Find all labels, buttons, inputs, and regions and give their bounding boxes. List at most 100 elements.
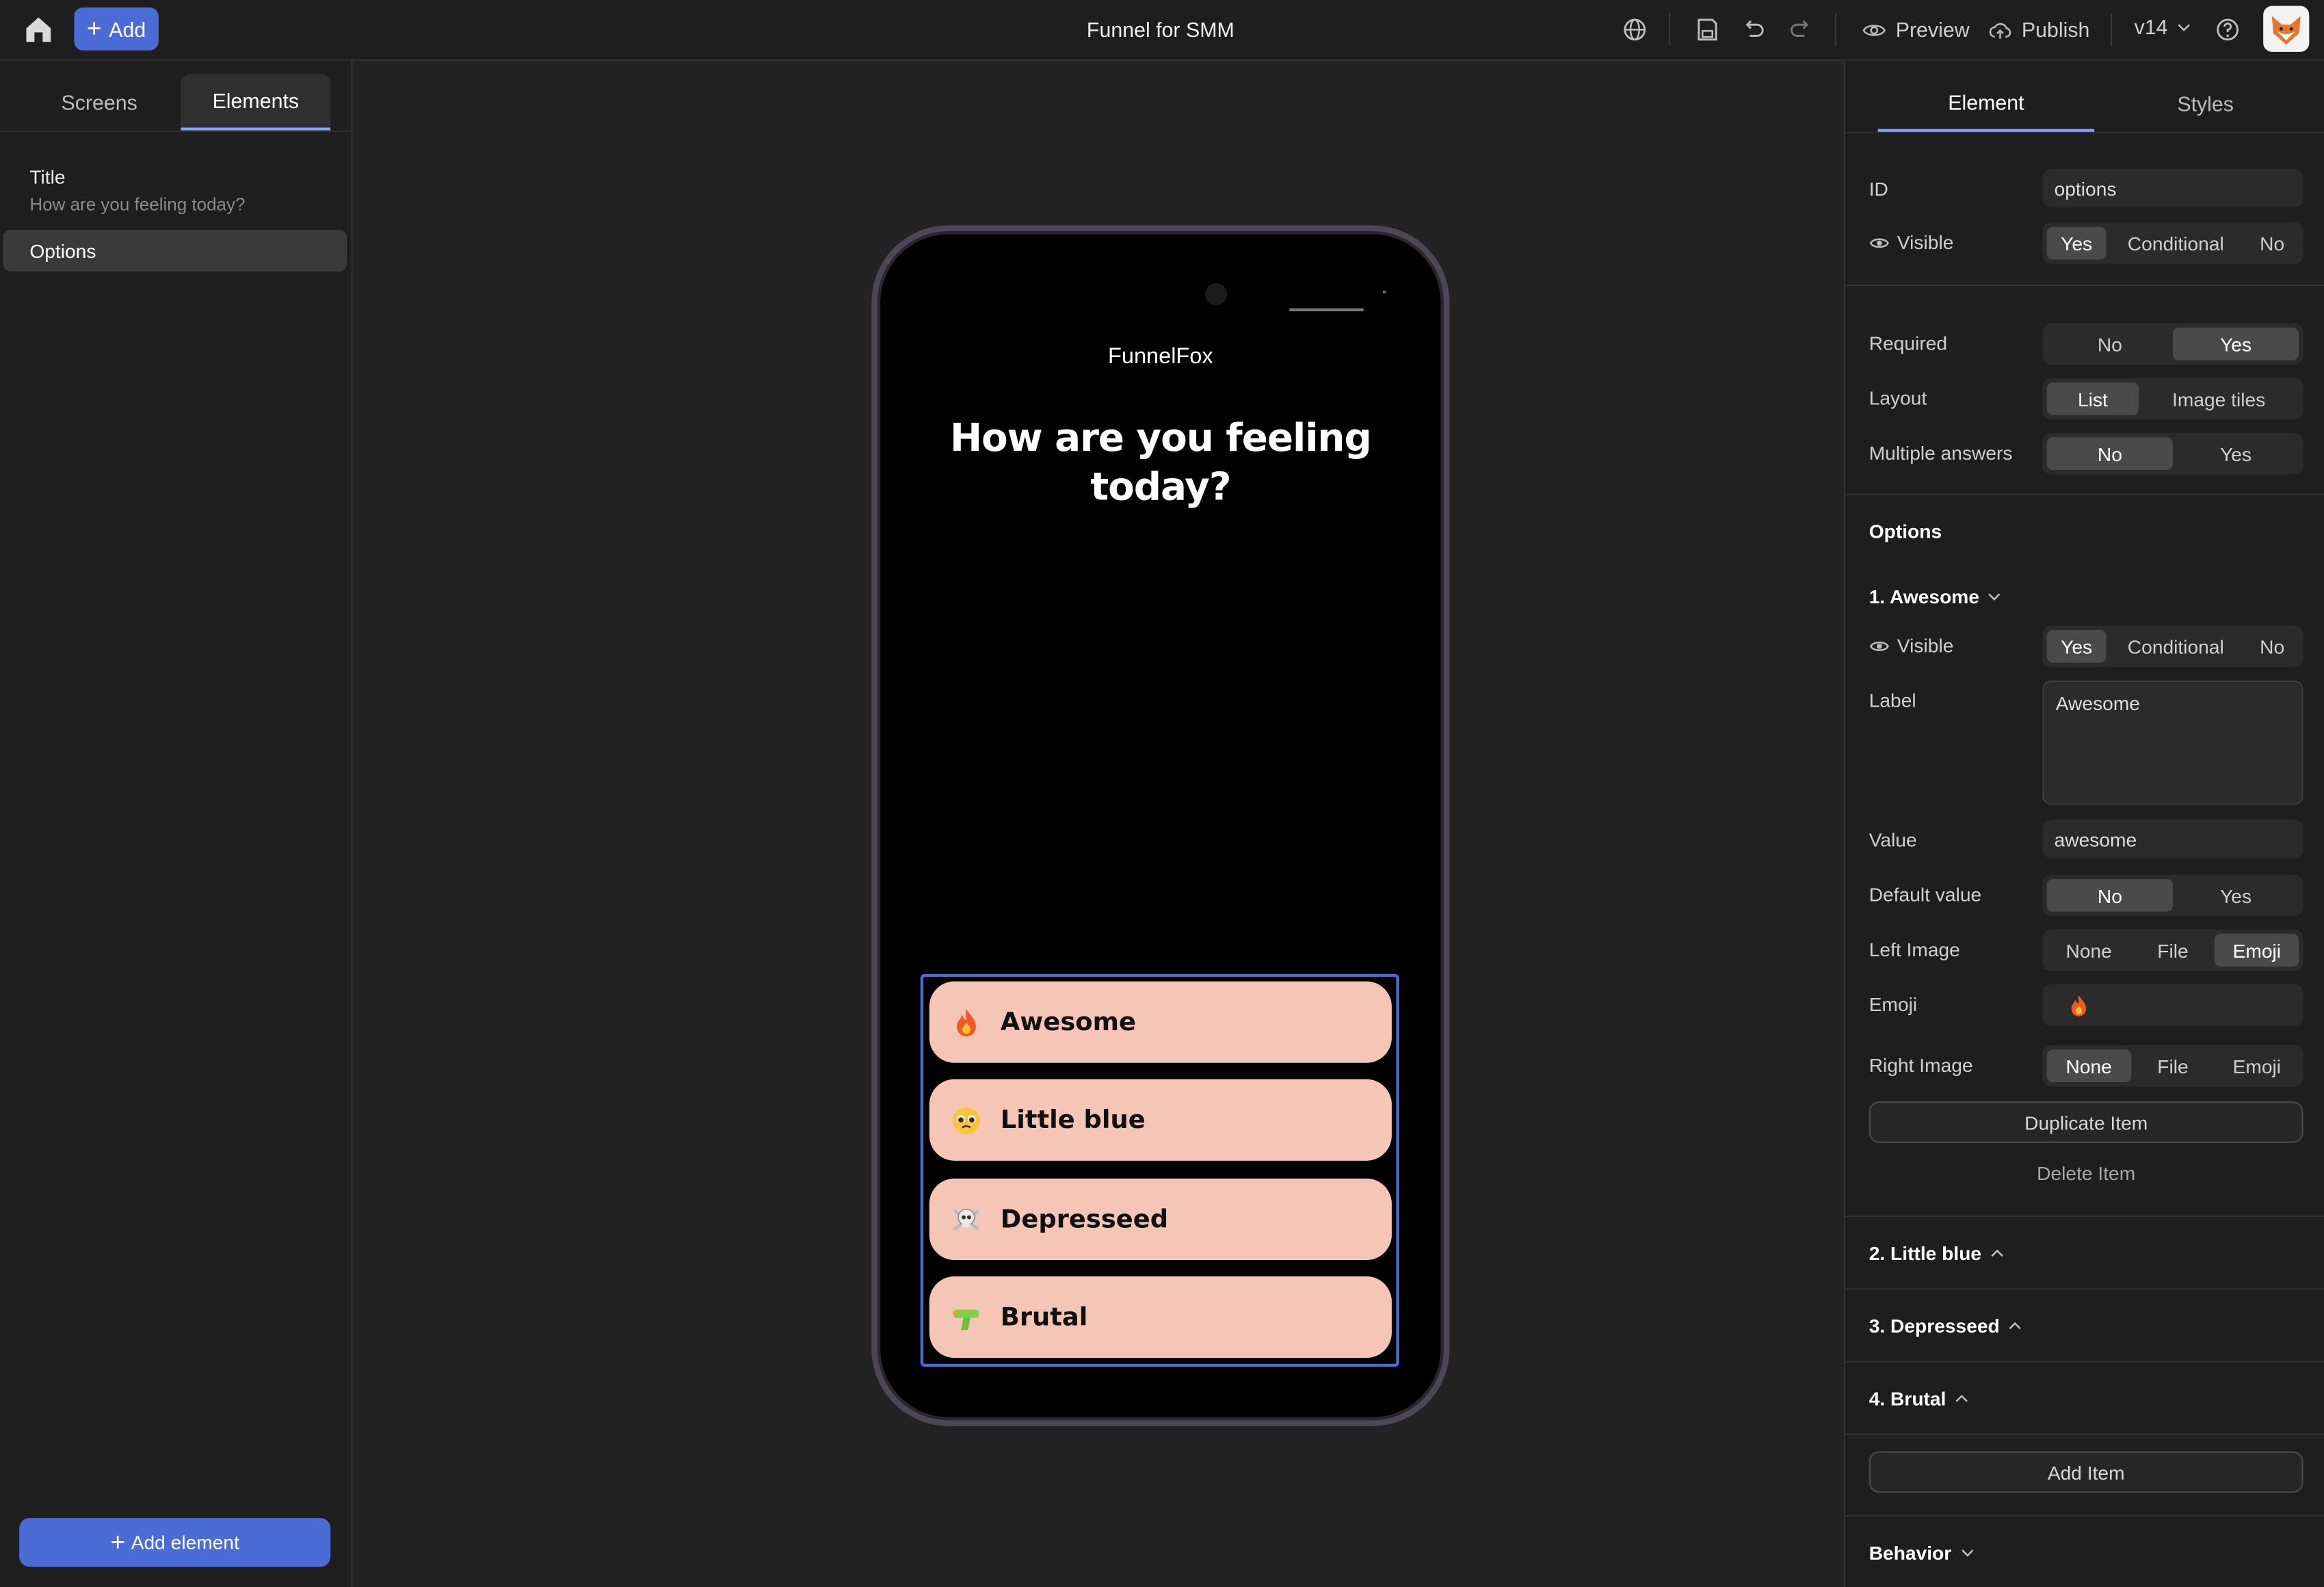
publish-button[interactable]: Publish [1988,15,2089,44]
option-depresseed[interactable]: Depresseed [929,1178,1392,1261]
add-element-button[interactable]: + Add element [19,1518,331,1567]
required-yes[interactable]: Yes [2172,327,2299,360]
question-title[interactable]: How are you feeling today? [937,415,1384,513]
left-image-file[interactable]: File [2131,934,2215,967]
eye-icon [1862,24,1886,36]
right-image-emoji[interactable]: Emoji [2215,1049,2299,1082]
item-visible-row: Visible Yes Conditional No [1869,625,2303,668]
option-awesome[interactable]: Awesome [929,981,1392,1063]
option-little-blue[interactable]: Little blue [929,1079,1392,1161]
layout-image-tiles[interactable]: Image tiles [2139,382,2299,415]
default-yes[interactable]: Yes [2173,879,2299,912]
section-divider [1845,285,2324,287]
chevron-up-icon [1955,1394,1968,1402]
behavior-header[interactable]: Behavior [1869,1542,1974,1564]
version-dropdown[interactable]: v14 [2135,15,2190,38]
element-item-title[interactable]: Title How are you feeling today? [29,166,245,215]
left-image-emoji[interactable]: Emoji [2215,934,2299,967]
section-divider [1845,1361,2324,1363]
funnel-title[interactable]: Funnel for SMM [1012,18,1308,42]
item-1-header[interactable]: 1. Awesome [1869,586,2002,608]
status-bar-line [1289,308,1364,312]
avatar[interactable] [2263,5,2310,52]
add-item-button[interactable]: Add Item [1869,1451,2303,1493]
required-label: Required [1869,332,1948,354]
tab-element[interactable]: Element [1877,76,2095,132]
fox-logo-icon [2271,16,2301,45]
item-visible-no[interactable]: No [2245,630,2299,663]
item-4-header[interactable]: 4. Brutal [1869,1387,1968,1410]
item-visible-label: Visible [1897,634,1954,657]
required-row: Required No Yes [1869,323,2303,365]
visible-row: Visible Yes Conditional No [1869,222,2303,264]
item-4-title: 4. Brutal [1869,1387,1946,1410]
add-button[interactable]: + Add [74,7,159,51]
emoji-input[interactable] [2042,984,2303,1026]
multiple-no[interactable]: No [2046,437,2173,470]
home-icon[interactable] [23,14,55,47]
element-item-options[interactable]: Options [3,229,347,272]
right-sidebar: Element Styles ID options Visible Yes Co… [1843,60,2324,1587]
right-image-label: Right Image [1869,1053,1973,1077]
phone-preview: FunnelFox How are you feeling today? Awe… [871,225,1450,1426]
visible-yes[interactable]: Yes [2046,226,2107,260]
camera-dot [1204,283,1228,306]
section-divider [1845,1288,2324,1290]
multiple-yes[interactable]: Yes [2173,437,2299,470]
save-icon[interactable] [1693,15,1722,44]
item-visible-yes[interactable]: Yes [2046,630,2107,663]
item-3-header[interactable]: 3. Depresseed [1869,1315,2022,1337]
item-visible-conditional[interactable]: Conditional [2106,630,2245,663]
left-image-label: Left Image [1869,938,1960,961]
left-image-none[interactable]: None [2047,934,2131,967]
section-divider [1845,493,2324,495]
option-brutal[interactable]: Brutal [929,1276,1392,1359]
item-visible-label-wrap: Visible [1869,634,1954,657]
default-value-row: Default value No Yes [1869,874,2303,917]
item-value-label: Value [1869,828,1917,851]
duplicate-item-button[interactable]: Duplicate Item [1869,1101,2303,1143]
globe-icon[interactable] [1620,15,1650,44]
layout-label: Layout [1869,386,1927,410]
layout-list[interactable]: List [2046,382,2139,415]
id-label: ID [1869,178,1888,200]
chevron-down-icon [2177,23,2190,31]
visible-no[interactable]: No [2245,227,2299,260]
multiple-answers-label: Multiple answers [1869,441,2013,464]
skull-crossbones-icon [950,1203,983,1236]
toolbar-divider [1669,13,1671,47]
brand-name: FunnelFox [1108,343,1213,369]
item-visible-segmented: Yes Conditional No [2042,625,2303,668]
multiple-answers-row: Multiple answers No Yes [1869,432,2303,475]
required-no[interactable]: No [2047,328,2173,360]
default-no[interactable]: No [2046,879,2173,912]
tab-styles[interactable]: Styles [2097,76,2313,132]
water-pistol-icon [950,1301,983,1334]
right-image-file[interactable]: File [2131,1049,2215,1082]
chevron-down-icon [1961,1549,1973,1557]
redo-icon[interactable] [1786,15,1815,44]
id-input[interactable]: options [2042,169,2303,208]
fire-icon [950,1006,983,1038]
element-title-preview: How are you feeling today? [29,194,246,215]
options-heading: Options [1869,520,1942,543]
tab-screens[interactable]: Screens [18,74,181,130]
help-icon[interactable] [2213,15,2242,44]
left-image-row: Left Image None File Emoji [1869,929,2303,971]
undo-icon[interactable] [1739,15,1768,44]
status-dot [1382,290,1386,294]
item-2-header[interactable]: 2. Little blue [1869,1242,2004,1265]
preview-button[interactable]: Preview [1862,15,1970,44]
default-value-segmented: No Yes [2042,874,2303,917]
visible-conditional[interactable]: Conditional [2106,227,2245,260]
tab-divider [0,130,353,132]
options-selection-frame[interactable]: Awesome Little blue Depresseed Brutal [920,973,1399,1367]
option-label: Awesome [1000,1007,1136,1037]
item-value-input[interactable]: awesome [2042,819,2303,858]
eye-icon [1869,640,1889,651]
delete-item-button[interactable]: Delete Item [1869,1162,2303,1185]
item-label-textarea[interactable]: Awesome [2042,680,2303,805]
right-image-none[interactable]: None [2046,1049,2131,1082]
tab-elements[interactable]: Elements [181,74,331,131]
right-image-segmented: None File Emoji [2042,1045,2303,1087]
